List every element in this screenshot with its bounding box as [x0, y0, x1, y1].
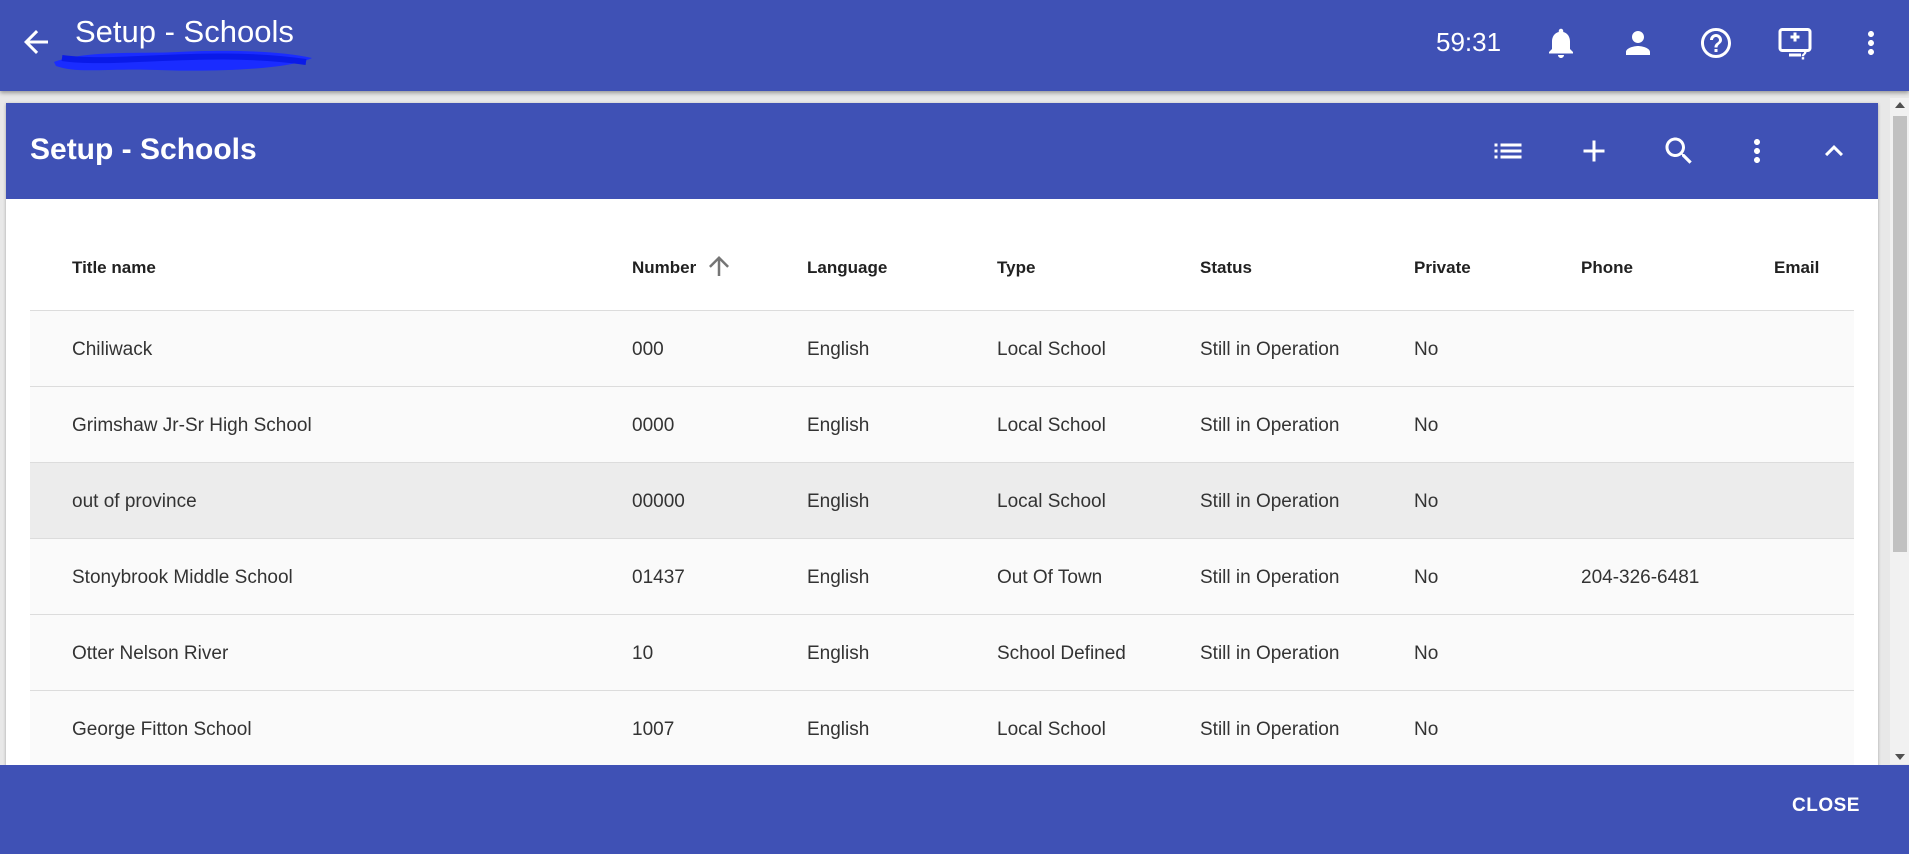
cell-private: No	[1414, 643, 1439, 664]
table-row[interactable]: Stonybrook Middle School 01437 English O…	[30, 539, 1854, 615]
more-vert-icon[interactable]	[1739, 133, 1775, 169]
cell-name: Grimshaw Jr-Sr High School	[72, 415, 312, 436]
column-header-title-name[interactable]: Title name	[72, 258, 156, 278]
column-header-phone[interactable]: Phone	[1581, 258, 1633, 278]
add-icon[interactable]	[1576, 133, 1612, 169]
panel-header: Setup - Schools	[6, 103, 1878, 199]
cell-status: Still in Operation	[1200, 415, 1340, 436]
cell-status: Still in Operation	[1200, 491, 1340, 512]
session-timer: 59:31	[1436, 27, 1502, 57]
dialog-footer: CLOSE	[0, 765, 1909, 854]
person-icon[interactable]	[1620, 25, 1656, 61]
cell-type: Out Of Town	[997, 567, 1103, 588]
close-button[interactable]: CLOSE	[1792, 795, 1860, 817]
column-header-number[interactable]: Number	[632, 258, 696, 278]
cell-type: Local School	[997, 719, 1106, 740]
cell-number: 01437	[632, 567, 685, 588]
column-header-private[interactable]: Private	[1414, 258, 1471, 278]
table-row[interactable]: out of province 00000 English Local Scho…	[30, 463, 1854, 539]
monitor-help-icon[interactable]: ?	[1777, 25, 1813, 64]
column-header-status[interactable]: Status	[1200, 258, 1252, 278]
table-row[interactable]: George Fitton School 1007 English Local …	[30, 691, 1854, 767]
cell-language: English	[807, 567, 870, 588]
table-row[interactable]: Chiliwack 000 English Local School Still…	[30, 311, 1854, 387]
cell-name: Otter Nelson River	[72, 643, 229, 664]
cell-status: Still in Operation	[1200, 567, 1340, 588]
scroll-down-arrow-icon[interactable]	[1895, 754, 1905, 760]
cell-number: 1007	[632, 719, 675, 740]
chevron-up-icon[interactable]	[1816, 133, 1852, 169]
column-header-type[interactable]: Type	[997, 258, 1035, 278]
bell-icon[interactable]	[1543, 25, 1579, 61]
cell-language: English	[807, 719, 870, 740]
sort-ascending-icon[interactable]	[704, 251, 734, 281]
cell-private: No	[1414, 415, 1439, 436]
cell-name: George Fitton School	[72, 719, 252, 740]
cell-private: No	[1414, 491, 1439, 512]
help-circle-icon[interactable]	[1698, 25, 1734, 61]
app-bar: Setup - Schools 59:31 ?	[0, 0, 1909, 91]
cell-number: 00000	[632, 491, 685, 512]
vertical-scrollbar[interactable]	[1890, 98, 1909, 764]
cell-status: Still in Operation	[1200, 719, 1340, 740]
cell-number: 0000	[632, 415, 675, 436]
cell-private: No	[1414, 339, 1439, 360]
search-icon[interactable]	[1661, 133, 1697, 169]
cell-status: Still in Operation	[1200, 339, 1340, 360]
cell-type: Local School	[997, 415, 1106, 436]
more-vert-icon[interactable]	[1853, 25, 1889, 61]
scroll-thumb[interactable]	[1893, 116, 1907, 552]
cell-number: 10	[632, 643, 654, 664]
cell-name: out of province	[72, 491, 197, 512]
cell-language: English	[807, 491, 870, 512]
table-row[interactable]: Grimshaw Jr-Sr High School 0000 English …	[30, 387, 1854, 463]
cell-language: English	[807, 643, 870, 664]
cell-private: No	[1414, 567, 1439, 588]
table-row[interactable]: Otter Nelson River 10 English School Def…	[30, 615, 1854, 691]
cell-type: Local School	[997, 491, 1106, 512]
cell-language: English	[807, 339, 870, 360]
svg-text:?: ?	[1800, 48, 1808, 62]
table-header: Title name Number Language Type Status P…	[30, 199, 1854, 311]
cell-type: School Defined	[997, 643, 1126, 664]
cell-phone: 204-326-6481	[1581, 567, 1700, 588]
cell-status: Still in Operation	[1200, 643, 1340, 664]
cell-name: Stonybrook Middle School	[72, 567, 293, 588]
panel-title: Setup - Schools	[30, 133, 257, 166]
cell-name: Chiliwack	[72, 339, 153, 360]
redaction-scribble	[54, 50, 312, 71]
column-header-email[interactable]: Email	[1774, 258, 1819, 278]
cell-private: No	[1414, 719, 1439, 740]
cell-type: Local School	[997, 339, 1106, 360]
list-icon[interactable]	[1490, 133, 1526, 169]
cell-language: English	[807, 415, 870, 436]
schools-panel: Setup - Schools Title name Number Langua…	[6, 103, 1878, 773]
column-header-language[interactable]: Language	[807, 258, 887, 278]
scroll-up-arrow-icon[interactable]	[1895, 102, 1905, 108]
cell-number: 000	[632, 339, 664, 360]
